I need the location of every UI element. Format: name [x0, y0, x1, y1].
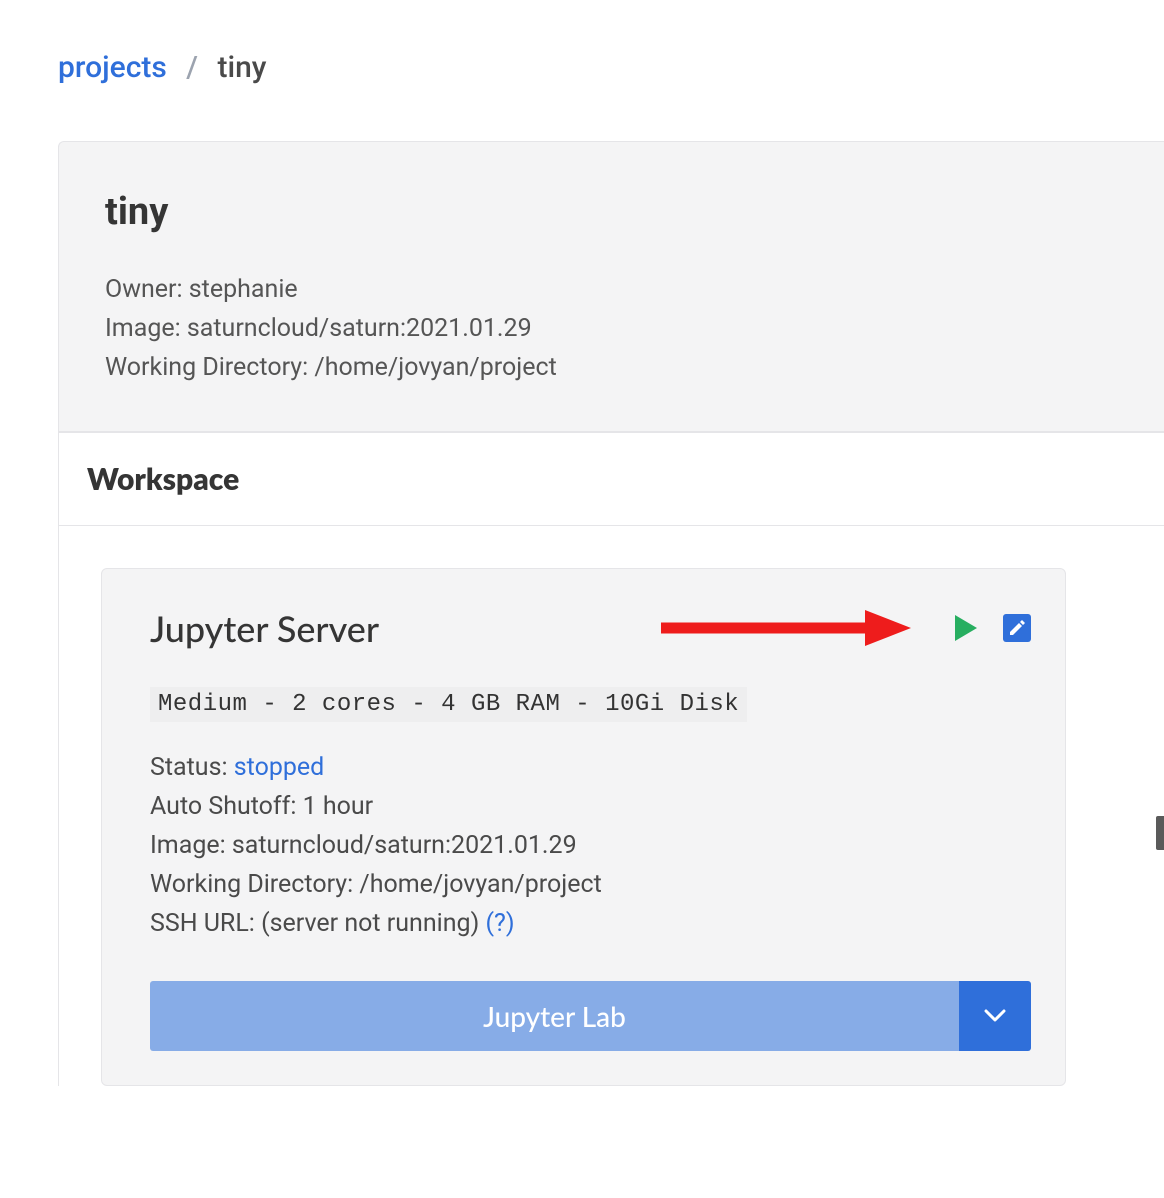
- server-workdir-line: Working Directory: /home/jovyan/project: [150, 867, 1031, 906]
- breadcrumb-current: tiny: [217, 50, 266, 85]
- workspace-title: Workspace: [87, 461, 1164, 497]
- edge-handle[interactable]: [1156, 816, 1164, 850]
- status-label: Status:: [150, 753, 228, 782]
- project-workdir-line: Working Directory: /home/jovyan/project: [105, 350, 1118, 389]
- server-header: Jupyter Server: [150, 605, 1031, 651]
- image-label: Image:: [105, 314, 181, 343]
- server-title: Jupyter Server: [150, 606, 379, 650]
- edit-server-button[interactable]: [1003, 614, 1031, 642]
- server-status-line: Status: stopped: [150, 750, 1031, 789]
- workspace-content: Jupyter Server: [58, 526, 1164, 1086]
- workspace-section-header: Workspace: [58, 432, 1164, 526]
- edit-icon: [1008, 619, 1026, 637]
- annotation-arrow-icon: [661, 605, 911, 651]
- server-sshurl-line: SSH URL: (server not running) (?): [150, 906, 1031, 945]
- jupyter-lab-button[interactable]: Jupyter Lab: [150, 981, 959, 1051]
- chevron-down-icon: [984, 1009, 1006, 1023]
- sshurl-value: (server not running): [261, 909, 479, 938]
- server-workdir-label: Working Directory:: [150, 870, 353, 899]
- breadcrumb-projects-link[interactable]: projects: [58, 50, 167, 85]
- server-image-value: saturncloud/saturn:2021.01.29: [232, 831, 577, 860]
- start-server-button[interactable]: [955, 615, 977, 641]
- image-value: saturncloud/saturn:2021.01.29: [187, 314, 532, 343]
- workdir-value: /home/jovyan/project: [314, 353, 556, 382]
- owner-value: stephanie: [189, 275, 298, 304]
- server-workdir-value: /home/jovyan/project: [359, 870, 601, 899]
- play-icon: [955, 615, 977, 641]
- server-actions: [661, 605, 1031, 651]
- autoshutoff-value: 1 hour: [303, 792, 374, 821]
- project-title: tiny: [105, 190, 1118, 272]
- owner-label: Owner:: [105, 275, 183, 304]
- project-owner-line: Owner: stephanie: [105, 272, 1118, 311]
- server-autoshutoff-line: Auto Shutoff: 1 hour: [150, 789, 1031, 828]
- server-spec: Medium - 2 cores - 4 GB RAM - 10Gi Disk: [150, 687, 747, 722]
- launch-button-group: Jupyter Lab: [150, 981, 1031, 1051]
- server-image-line: Image: saturncloud/saturn:2021.01.29: [150, 828, 1031, 867]
- autoshutoff-label: Auto Shutoff:: [150, 792, 296, 821]
- sshurl-help-link[interactable]: (?): [486, 909, 515, 938]
- sshurl-label: SSH URL:: [150, 909, 255, 938]
- launch-dropdown-button[interactable]: [959, 981, 1031, 1051]
- project-info-card: tiny Owner: stephanie Image: saturncloud…: [58, 141, 1164, 432]
- breadcrumb-separator: /: [174, 50, 210, 85]
- breadcrumb: projects / tiny: [0, 0, 1164, 85]
- project-image-line: Image: saturncloud/saturn:2021.01.29: [105, 311, 1118, 350]
- workdir-label: Working Directory:: [105, 353, 308, 382]
- jupyter-server-card: Jupyter Server: [101, 568, 1066, 1086]
- status-value[interactable]: stopped: [234, 753, 325, 782]
- server-image-label: Image:: [150, 831, 226, 860]
